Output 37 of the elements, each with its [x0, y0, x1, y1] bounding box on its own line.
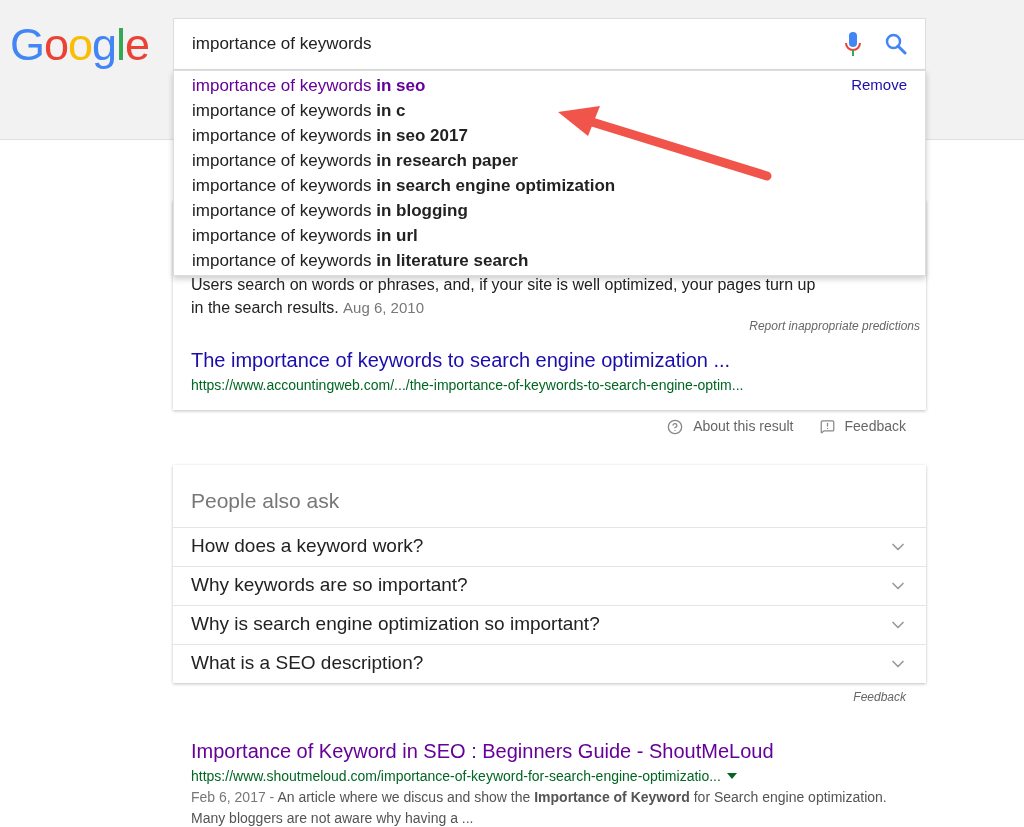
suggestion-item[interactable]: importance of keywords in seo — [192, 72, 426, 99]
feedback-icon — [819, 419, 835, 434]
question-row[interactable]: Why is search engine optimization so important? — [173, 604, 926, 644]
search-icon[interactable] — [885, 33, 907, 55]
google-logo[interactable]: Google — [0, 18, 173, 67]
question-row[interactable]: What is a SEO description? — [173, 643, 926, 683]
suggestion-item[interactable]: importance of keywords in c — [192, 97, 406, 124]
result-url: https://www.accountingweb.com/.../the-importance-of-keywords-to-search-engine-optim... — [191, 376, 745, 395]
about-result-link[interactable]: About this result — [667, 416, 794, 437]
report-link[interactable]: Report inappropriate predictions — [749, 319, 920, 333]
result-title[interactable]: The importance of keywords to search engine optimization ... — [191, 345, 908, 375]
remove-link[interactable]: Remove — [851, 74, 907, 97]
snippet-date: Aug 6, 2010 — [343, 299, 424, 316]
feedback-link[interactable]: Feedback — [853, 687, 906, 706]
result-url: https://www.shoutmeloud.com/importance-of-keyword-for-search-engine-optimizatio... — [191, 766, 721, 786]
feedback-link[interactable]: Feedback — [819, 416, 906, 437]
question-text: What is a SEO description? — [191, 651, 424, 676]
suggestion-item[interactable]: importance of keywords in literature search — [192, 247, 529, 274]
microphone-icon[interactable] — [845, 32, 861, 56]
dropdown-caret-icon[interactable] — [726, 773, 737, 779]
question-text: How does a keyword work? — [191, 534, 424, 559]
question-row[interactable]: Why keywords are so important? — [173, 565, 926, 605]
question-row[interactable]: How does a keyword work? — [173, 526, 926, 566]
suggestion-item[interactable]: importance of keywords in research paper — [192, 147, 518, 174]
suggestion-item[interactable]: importance of keywords in seo 2017 — [192, 122, 468, 149]
result-title[interactable]: Importance of Keyword in SEO : Beginners Guide - ShoutMeLoud — [191, 735, 908, 766]
suggestion-item[interactable]: importance of keywords in blogging — [192, 197, 468, 224]
search-input[interactable]: importance of keywords — [192, 31, 821, 57]
suggestion-item[interactable]: importance of keywords in search engine optimization — [192, 172, 616, 199]
section-title: People also ask — [190, 488, 341, 514]
snippet-text: Users search on words or phrases, and, if your site is well optimized, your pages turn up in the search results. Aug 6, 2010 — [191, 275, 817, 318]
result-snippet: Feb 6, 2017 - An article where we discus and show the Importance of Keyword for Search engine optimization. Many bloggers are not aware why having a ... — [191, 787, 888, 827]
question-text: Why keywords are so important? — [191, 573, 468, 598]
search-field[interactable]: importance of keywords — [173, 18, 926, 70]
question-text: Why is search engine optimization so important? — [191, 612, 600, 637]
suggestion-item[interactable]: importance of keywords in url — [192, 222, 418, 249]
help-icon — [667, 418, 684, 435]
